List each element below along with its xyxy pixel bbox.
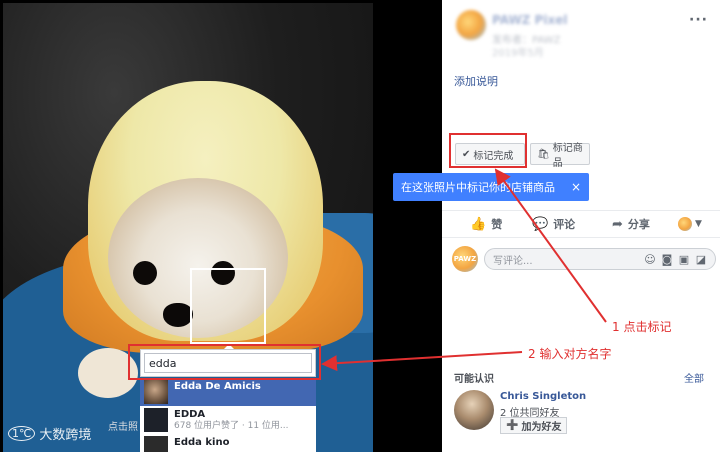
see-all-link[interactable]: 全部 [684, 370, 704, 385]
post-as-selector[interactable]: ▼ [678, 217, 702, 231]
emoji-icon[interactable]: ☺ [644, 253, 656, 266]
chevron-down-icon: ▼ [695, 219, 702, 229]
like-button[interactable]: 👍 赞 [470, 216, 502, 232]
add-friend-button[interactable]: ➕ 加为好友 [500, 417, 568, 434]
post-actions-bar: 👍 赞 💬 评论 ➦ 分享 ▼ [442, 210, 720, 238]
post-panel: PAWZ Pixel 发布者：PAWZ 2019年5月 ··· 添加说明 ✔ 标… [393, 0, 720, 452]
suggestion-avatar [144, 408, 168, 432]
suggested-person-card: Chris Singleton 2 位共同好友 ➕ 加为好友 [454, 390, 714, 440]
photo-hint-label: 点击照 [108, 422, 138, 433]
suggestion-name: EDDA [174, 409, 206, 420]
suggestion-name: Edda De Amicis [174, 381, 261, 392]
add-description-link[interactable]: 添加说明 [454, 73, 498, 89]
tag-product-button[interactable]: 🛍 标记商品 [530, 143, 590, 169]
watermark: 1℃ 大数跨境 [8, 424, 91, 443]
page-name[interactable]: PAWZ Pixel [492, 13, 567, 27]
tag-selection-box[interactable] [190, 268, 266, 344]
tag-product-label: 标记商品 [552, 143, 583, 169]
add-friend-label: 加为好友 [521, 422, 562, 433]
close-icon[interactable]: × [571, 180, 581, 194]
suggestion-item[interactable]: EDDA 678 位用户赞了 · 11 位用... [140, 406, 316, 434]
comment-button[interactable]: 💬 评论 [532, 216, 575, 232]
page-date: 2019年5月 [492, 48, 544, 59]
sticker-icon[interactable]: ◪ [695, 253, 707, 266]
photo-viewer: Edda De Amicis EDDA 678 位用户赞了 · 11 位用...… [0, 0, 442, 452]
tag-products-tooltip: 在这张照片中标记你的店铺商品 × [393, 173, 589, 201]
suggestion-meta: 678 位用户赞了 · 11 位用... [174, 421, 289, 431]
share-label: 分享 [627, 218, 650, 231]
suggestion-item[interactable]: Edda De Amicis [140, 378, 316, 406]
commenter-avatar: PAWZ [452, 246, 478, 272]
suggestion-item[interactable]: Edda kino [140, 434, 316, 452]
share-arrow-icon: ➦ [612, 216, 623, 232]
like-label: 赞 [491, 218, 503, 231]
photo-dog-eye-left [133, 261, 157, 285]
tag-suggestions-list: Edda De Amicis EDDA 678 位用户赞了 · 11 位用...… [140, 378, 316, 452]
camera-icon[interactable]: ◙ [661, 253, 673, 266]
comment-input[interactable]: 写评论... ☺ ◙ ▣ ◪ [484, 248, 716, 270]
suggestion-avatar [144, 436, 168, 452]
annotation-step-2: 2 输入对方名字 [528, 347, 612, 361]
comment-label: 评论 [553, 218, 576, 231]
shopping-bag-icon: 🛍 [537, 148, 550, 160]
watermark-logo: 1℃ [8, 426, 36, 441]
page-avatar-small [678, 217, 692, 231]
comment-placeholder: 写评论... [493, 255, 533, 267]
more-options-icon[interactable]: ··· [689, 12, 708, 28]
person-name[interactable]: Chris Singleton [500, 391, 586, 402]
highlight-tag-done [449, 133, 527, 168]
tooltip-text: 在这张照片中标记你的店铺商品 [401, 181, 555, 194]
person-avatar[interactable] [454, 390, 494, 430]
watermark-text: 大数跨境 [39, 428, 92, 443]
annotation-step-1: 1 点击标记 [612, 320, 672, 334]
people-you-may-know-title: 可能认识 [454, 374, 494, 385]
speech-bubble-icon: 💬 [532, 216, 549, 232]
comment-composer: PAWZ 写评论... ☺ ◙ ▣ ◪ [452, 244, 716, 274]
add-friend-icon: ➕ [506, 420, 519, 431]
share-button[interactable]: ➦ 分享 [612, 216, 650, 232]
suggestion-name: Edda kino [174, 437, 230, 448]
thumbs-up-icon: 👍 [470, 216, 487, 232]
page-avatar[interactable] [456, 10, 486, 40]
suggestion-avatar [144, 380, 168, 404]
photo-dog-nose [163, 303, 193, 327]
highlight-tag-input [128, 344, 321, 380]
comment-tools: ☺ ◙ ▣ ◪ [644, 253, 707, 266]
gif-icon[interactable]: ▣ [678, 253, 690, 266]
